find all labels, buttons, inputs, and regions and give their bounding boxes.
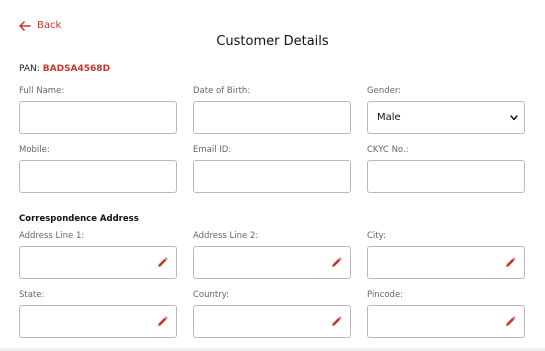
pencil-icon[interactable] [157, 257, 168, 268]
email-field[interactable] [193, 160, 351, 193]
full-name-input[interactable] [20, 102, 176, 133]
city-input[interactable] [368, 247, 524, 278]
dob-field[interactable] [193, 101, 351, 134]
full-name-field[interactable] [19, 101, 177, 134]
pencil-icon[interactable] [331, 316, 342, 327]
address-line2-label: Address Line 2: [193, 231, 259, 241]
email-label: Email ID: [193, 145, 232, 155]
gender-label: Gender: [367, 86, 402, 96]
state-field[interactable] [19, 305, 177, 338]
ckyc-field[interactable] [367, 160, 525, 193]
chevron-down-icon [510, 114, 518, 120]
pan-row: PAN: BADSA4568D [19, 64, 110, 74]
address-line2-field[interactable] [193, 246, 351, 279]
pincode-input[interactable] [368, 306, 524, 337]
pencil-icon[interactable] [331, 257, 342, 268]
state-input[interactable] [20, 306, 176, 337]
mobile-input[interactable] [20, 161, 176, 192]
pencil-icon[interactable] [505, 257, 516, 268]
country-input[interactable] [194, 306, 350, 337]
pan-label: PAN: [19, 64, 40, 74]
city-label: City: [367, 231, 386, 241]
pencil-icon[interactable] [157, 316, 168, 327]
address-line1-input[interactable] [20, 247, 176, 278]
address-line1-label: Address Line 1: [19, 231, 85, 241]
pan-value: BADSA4568D [42, 64, 111, 74]
address-line1-field[interactable] [19, 246, 177, 279]
gender-select[interactable]: Male [367, 101, 525, 134]
pincode-field[interactable] [367, 305, 525, 338]
email-input[interactable] [194, 161, 350, 192]
ckyc-input[interactable] [368, 161, 524, 192]
city-field[interactable] [367, 246, 525, 279]
full-name-label: Full Name: [19, 86, 65, 96]
mobile-field[interactable] [19, 160, 177, 193]
address-line2-input[interactable] [194, 247, 350, 278]
country-label: Country: [193, 290, 230, 300]
dob-label: Date of Birth: [193, 86, 251, 96]
ckyc-label: CKYC No.: [367, 145, 409, 155]
mobile-label: Mobile: [19, 145, 50, 155]
country-field[interactable] [193, 305, 351, 338]
back-label: Back [37, 20, 62, 31]
correspondence-address-heading: Correspondence Address [19, 214, 139, 224]
state-label: State: [19, 290, 45, 300]
dob-input[interactable] [194, 102, 350, 133]
arrow-left-icon [19, 20, 31, 31]
page-title: Customer Details [216, 34, 329, 49]
pincode-label: Pincode: [367, 290, 404, 300]
gender-selected-value: Male [377, 112, 401, 123]
pencil-icon[interactable] [505, 316, 516, 327]
back-link[interactable]: Back [19, 20, 61, 31]
